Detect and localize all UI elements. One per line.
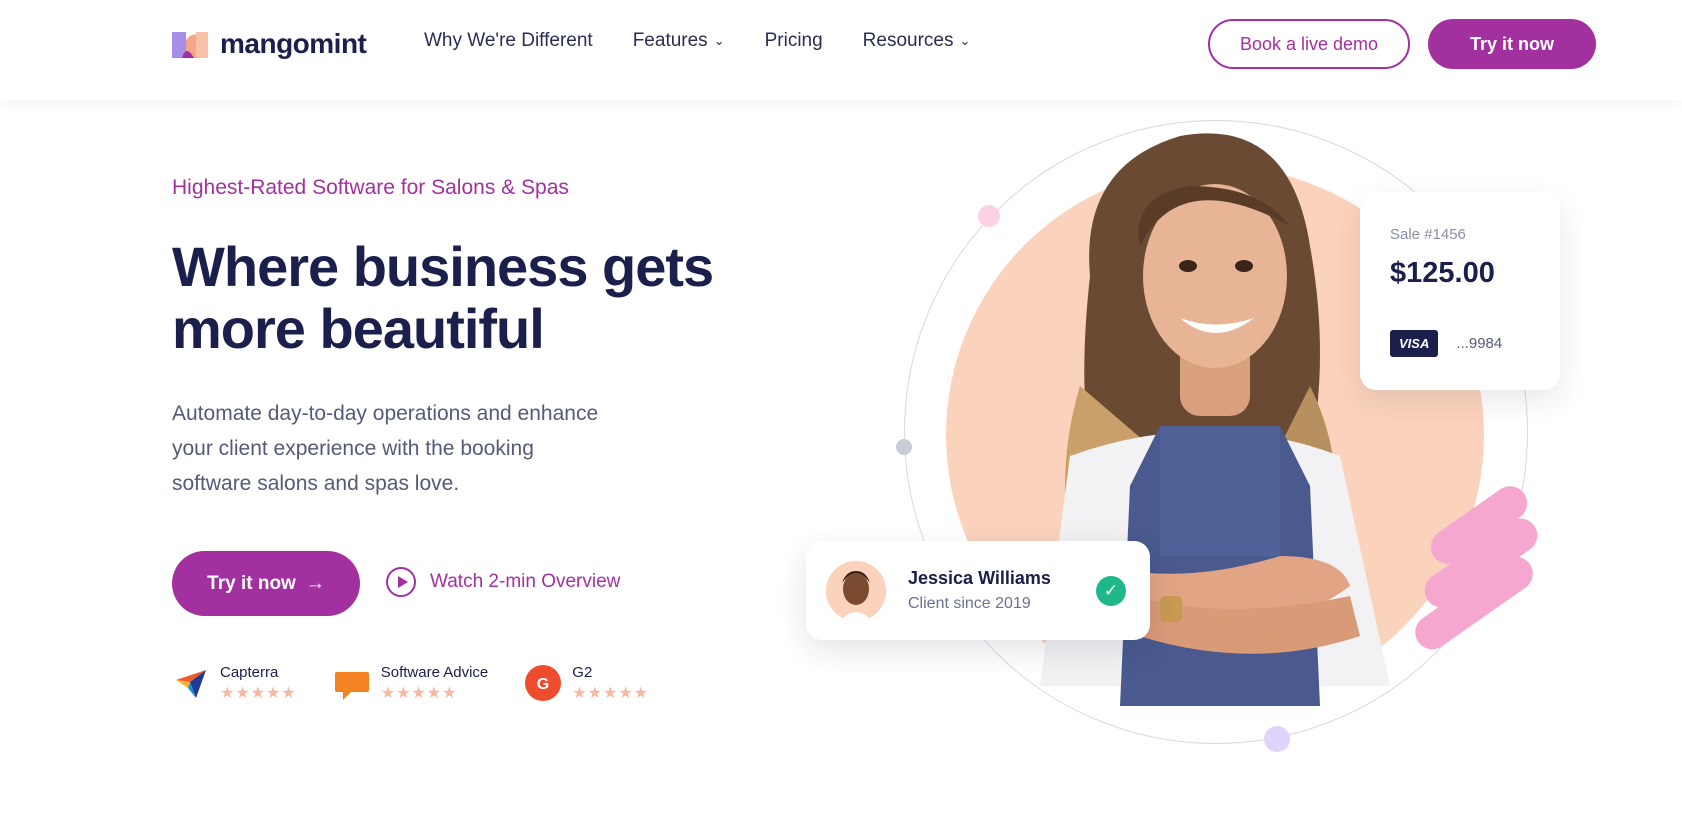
client-since: Client since 2019 <box>908 595 1031 612</box>
rating-g2-name: G2 <box>572 664 593 681</box>
arrow-right-icon: → <box>305 572 325 594</box>
chevron-down-icon: ⌄ <box>713 33 725 48</box>
ratings-row: Capterra ★★★★★ Software Advice ★★★★★ G G… <box>172 664 649 703</box>
rating-software-advice: Software Advice ★★★★★ <box>333 664 489 703</box>
check-icon: ✓ <box>1096 576 1126 606</box>
rating-capterra: Capterra ★★★★★ <box>172 664 297 703</box>
nav-why-different-label: Why We're Different <box>424 30 593 51</box>
capterra-icon <box>176 670 206 698</box>
decorative-dot-lavender <box>1264 726 1290 752</box>
watch-overview-link[interactable]: Watch 2-min Overview <box>386 567 620 597</box>
chevron-down-icon: ⌄ <box>959 33 971 48</box>
nav-features-label: Features <box>632 30 708 51</box>
client-card: Jessica Williams Client since 2019 ✓ <box>806 541 1150 640</box>
hero-headline: Where business gets more beautiful <box>172 235 714 360</box>
main-nav: Why We're Different Features ⌄ Pricing R… <box>424 30 970 52</box>
hero-try-label: Try it now <box>207 572 296 594</box>
nav-resources-label: Resources <box>862 30 954 51</box>
rating-software-advice-name: Software Advice <box>380 664 489 681</box>
nav-pricing[interactable]: Pricing <box>765 30 823 52</box>
payment-method-row: VISA ...9984 <box>1390 330 1530 357</box>
brand-logo[interactable]: mangomint <box>172 28 367 60</box>
visa-card-icon: VISA <box>1390 330 1439 357</box>
rating-g2: G G2 ★★★★★ <box>524 664 649 703</box>
svg-text:G: G <box>537 676 549 693</box>
client-info: Jessica Williams Client since 2019 <box>908 568 1051 613</box>
g2-icon: G <box>525 665 562 701</box>
top-navbar: mangomint Why We're Different Features ⌄… <box>0 0 1682 100</box>
nav-why-different[interactable]: Why We're Different <box>424 30 593 52</box>
mangomint-logo-icon <box>172 32 208 58</box>
decorative-dot-pink <box>978 205 1000 227</box>
rating-capterra-stars: ★★★★★ <box>220 685 297 702</box>
avatar <box>826 560 886 621</box>
book-demo-button[interactable]: Book a live demo <box>1208 19 1410 69</box>
nav-try-button[interactable]: Try it now <box>1428 19 1596 69</box>
card-last4: ...9984 <box>1456 335 1503 352</box>
hero-eyebrow: Highest-Rated Software for Salons & Spas <box>172 176 569 199</box>
rating-capterra-name: Capterra <box>220 664 279 681</box>
nav-resources[interactable]: Resources ⌄ <box>863 30 971 52</box>
rating-g2-stars: ★★★★★ <box>572 685 649 702</box>
hero-try-button[interactable]: Try it now → <box>172 551 360 616</box>
software-advice-icon <box>334 672 369 700</box>
sale-label: Sale #1456 <box>1390 226 1466 243</box>
sale-amount: $125.00 <box>1390 257 1495 289</box>
play-icon <box>386 567 416 597</box>
rating-software-advice-stars: ★★★★★ <box>380 685 458 702</box>
decorative-dot-gray <box>896 439 912 455</box>
nav-features[interactable]: Features ⌄ <box>633 30 725 52</box>
client-avatar-image <box>826 560 886 621</box>
hero-subtext: Automate day-to-day operations and enhan… <box>172 402 599 495</box>
brand-name: mangomint <box>220 28 367 59</box>
watch-overview-label: Watch 2-min Overview <box>430 571 621 592</box>
sale-card: Sale #1456 $125.00 VISA ...9984 <box>1360 192 1560 390</box>
client-name: Jessica Williams <box>908 568 1051 588</box>
nav-pricing-label: Pricing <box>764 30 823 51</box>
